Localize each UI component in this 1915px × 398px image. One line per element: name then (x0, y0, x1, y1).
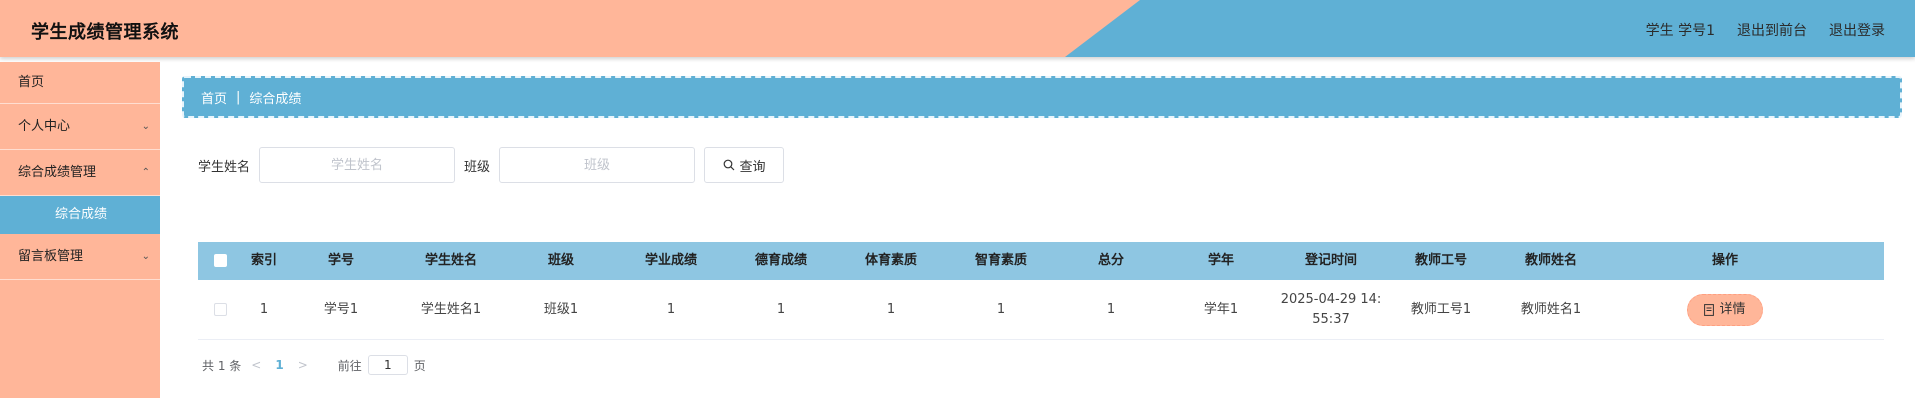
page-unit-label: 页 (413, 358, 426, 373)
pagination: 共 1 条 < 1 > 前往 页 (202, 355, 426, 375)
column-header: 索引 (250, 253, 277, 268)
sidebar-item-label: 留言板管理 (18, 249, 84, 264)
chevron-up-icon: ⌃ (141, 167, 150, 178)
column-header: 德育成绩 (754, 253, 807, 268)
column-header: 智育素质 (974, 253, 1027, 268)
column-header: 学号 (327, 253, 354, 268)
register-time-line2: 55:37 (1312, 311, 1350, 327)
prev-page-icon[interactable]: < (251, 358, 261, 372)
document-icon (1704, 303, 1715, 316)
sidebar-item-comprehensive-score[interactable]: 综合成绩 (0, 196, 160, 234)
next-page-icon[interactable]: > (298, 358, 308, 372)
goto-label: 前往 (337, 358, 362, 373)
sidebar-item-score-management[interactable]: 综合成绩管理 ⌃ (0, 150, 160, 196)
chevron-down-icon: ⌄ (141, 251, 150, 262)
detail-button-label: 详情 (1719, 301, 1746, 317)
cell-intellect: 1 (996, 301, 1006, 317)
register-time-line1: 2025-04-29 14: (1280, 291, 1382, 307)
sidebar-item-label: 首页 (18, 75, 45, 90)
cell-student-name: 学生姓名1 (420, 301, 482, 317)
logout-link[interactable]: 退出登录 (1829, 20, 1885, 40)
column-header: 学年 (1207, 253, 1234, 268)
sidebar-item-home[interactable]: 首页 (0, 62, 160, 104)
breadcrumb-home[interactable]: 首页 (201, 88, 227, 107)
app-title: 学生成绩管理系统 (31, 22, 179, 43)
cell-sports: 1 (886, 301, 896, 317)
student-name-label: 学生姓名 (198, 159, 251, 175)
exit-to-front-link[interactable]: 退出到前台 (1737, 20, 1807, 40)
sidebar-item-label: 个人中心 (18, 119, 71, 134)
chevron-down-icon: ⌄ (141, 121, 150, 132)
cell-student-no: 学号1 (323, 301, 359, 317)
cell-academic: 1 (666, 301, 676, 317)
table-row: 1 学号1 学生姓名1 班级1 1 1 1 1 1 学年1 2025-04-29… (198, 280, 1884, 340)
column-header: 教师工号 (1414, 253, 1467, 268)
current-user: 学生 学号1 (1645, 23, 1715, 39)
class-input[interactable] (499, 147, 696, 183)
scores-table: 索引 学号 学生姓名 班级 学业成绩 德育成绩 体育素质 智育素质 总分 学年 … (198, 242, 1884, 340)
column-header: 班级 (547, 253, 574, 268)
cell-total: 1 (1106, 301, 1116, 317)
table-header: 索引 学号 学生姓名 班级 学业成绩 德育成绩 体育素质 智育素质 总分 学年 … (198, 242, 1884, 280)
class-label: 班级 (464, 159, 491, 175)
search-form: 学生姓名 班级 查询 (198, 147, 785, 183)
search-button-label: 查询 (739, 159, 766, 175)
cell-teacher-name: 教师姓名1 (1520, 301, 1582, 317)
cell-actions: 详情 (1606, 293, 1844, 326)
column-header: 学生姓名 (424, 253, 477, 268)
cell-moral: 1 (776, 301, 786, 317)
row-checkbox[interactable] (213, 302, 227, 316)
column-header: 学业成绩 (644, 253, 697, 268)
column-header: 操作 (1711, 253, 1738, 268)
student-name-input[interactable] (259, 147, 456, 183)
sidebar-item-personal-center[interactable]: 个人中心 ⌄ (0, 104, 160, 150)
sidebar: 首页 个人中心 ⌄ 综合成绩管理 ⌃ 综合成绩 留言板管理 ⌄ (0, 62, 160, 398)
total-count: 共 1 条 (202, 358, 242, 373)
cell-year: 学年1 (1203, 301, 1239, 317)
cell-register-time: 2025-04-29 14: 55:37 (1276, 290, 1386, 330)
header-blue-band (1065, 0, 1915, 57)
breadcrumb-separator: | (236, 89, 241, 105)
select-all-checkbox[interactable] (213, 254, 227, 267)
page-number[interactable]: 1 (275, 358, 283, 372)
top-header: 学生成绩管理系统 学生 学号1 退出到前台 退出登录 (0, 0, 1915, 57)
cell-class: 班级1 (543, 301, 579, 317)
cell-index: 1 (259, 301, 269, 317)
column-header: 登记时间 (1304, 253, 1357, 268)
search-icon (723, 159, 734, 171)
column-header: 教师姓名 (1524, 253, 1577, 268)
breadcrumb: 首页 | 综合成绩 (182, 76, 1902, 118)
goto-page-input[interactable] (367, 355, 408, 375)
sidebar-item-label: 综合成绩 (55, 207, 108, 222)
sidebar-item-label: 综合成绩管理 (18, 165, 97, 180)
breadcrumb-current: 综合成绩 (249, 91, 302, 107)
column-header: 体育素质 (864, 253, 917, 268)
detail-button[interactable]: 详情 (1687, 293, 1763, 326)
cell-teacher-no: 教师工号1 (1410, 301, 1472, 317)
header-links: 学生 学号1 退出到前台 退出登录 (1646, 20, 1885, 40)
column-header: 总分 (1097, 253, 1124, 268)
sidebar-item-message-board[interactable]: 留言板管理 ⌄ (0, 234, 160, 280)
search-button[interactable]: 查询 (704, 147, 785, 183)
